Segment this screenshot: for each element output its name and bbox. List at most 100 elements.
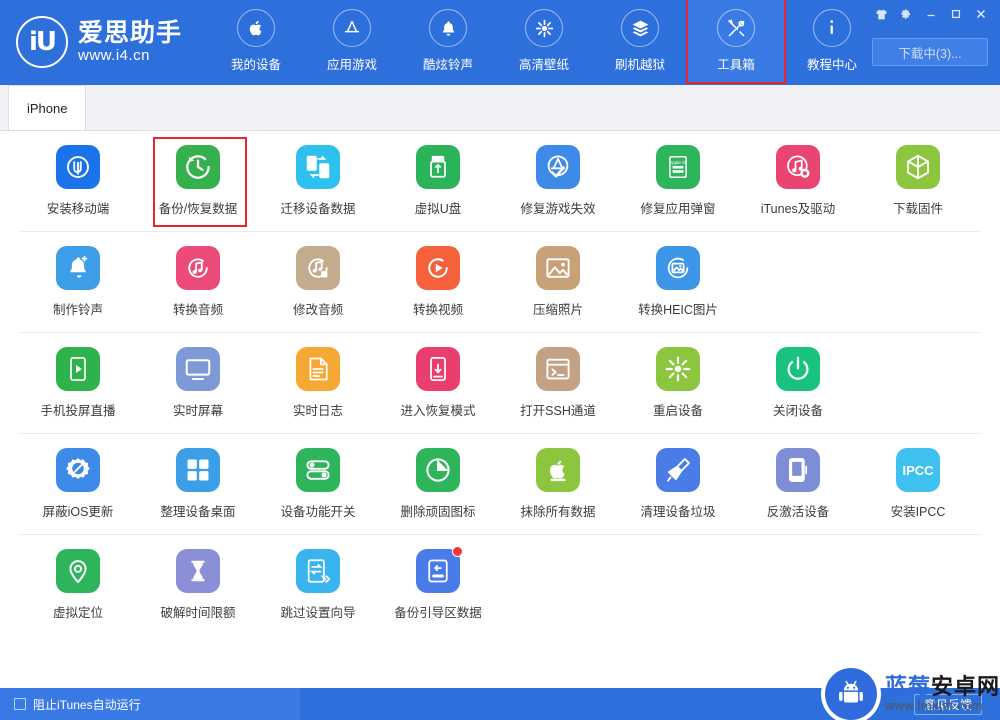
realtime-log-icon: [296, 347, 340, 391]
tool-migrate-device-data[interactable]: 迁移设备数据: [258, 145, 378, 227]
brand: iU 爱思助手 www.i4.cn: [16, 16, 182, 68]
tool-virtual-usb-drive[interactable]: 虚拟U盘: [378, 145, 498, 227]
erase-data-icon: [536, 448, 580, 492]
tool-device-feature-toggle[interactable]: 设备功能开关: [258, 448, 378, 530]
tool-deactivate-device[interactable]: 反激活设备: [738, 448, 858, 530]
tool-label: 实时屏幕: [172, 404, 223, 418]
tool-edit-audio[interactable]: 修改音频: [258, 246, 378, 328]
tool-install-ipcc[interactable]: IPCC 安装IPCC: [858, 448, 978, 530]
tool-row: 安装移动端 备份/恢复数据 迁移设备数据 虚拟U盘 修复游戏失效 Apple I…: [18, 131, 982, 232]
feature-toggle-icon: [296, 448, 340, 492]
tool-fix-app-popup[interactable]: Apple ID 修复应用弹窗: [618, 145, 738, 227]
tool-make-ringtone[interactable]: 制作铃声: [18, 246, 138, 328]
tool-label: 关闭设备: [772, 404, 823, 418]
itunes-driver-icon: [776, 145, 820, 189]
nav-label: 酷炫铃声: [423, 58, 474, 72]
backup-boot-icon: [416, 546, 463, 593]
tool-row: 手机投屏直播 实时屏幕 实时日志 进入恢复模式 打开SSH通道 重启设备 关闭设…: [18, 333, 982, 434]
appstore-fix-icon: [536, 145, 580, 189]
tool-fix-game-failure[interactable]: 修复游戏失效: [498, 145, 618, 227]
tool-label: 屏蔽iOS更新: [42, 505, 114, 519]
tool-convert-heic[interactable]: 转换HEIC图片: [618, 246, 738, 328]
main-nav: 我的设备 应用游戏 酷炫铃声 高清壁纸 刷机越狱 工具箱 教程中心: [208, 0, 880, 85]
tool-crack-time-limit[interactable]: 破解时间限额: [138, 549, 258, 631]
tool-convert-video[interactable]: 转换视频: [378, 246, 498, 328]
wallpaper-icon: [525, 9, 564, 47]
nav-label: 教程中心: [807, 58, 858, 72]
tool-label: 清理设备垃圾: [640, 505, 716, 519]
nav-item-apps-games[interactable]: 应用游戏: [304, 0, 400, 82]
nav-label: 应用游戏: [327, 58, 378, 72]
block-itunes-option[interactable]: 阻止iTunes自动运行: [0, 688, 300, 720]
download-status-button[interactable]: 下载中(3)...: [872, 38, 988, 66]
tool-shutdown-device[interactable]: 关闭设备: [738, 347, 858, 429]
tool-enter-recovery-mode[interactable]: 进入恢复模式: [378, 347, 498, 429]
tool-label: 安装IPCC: [890, 505, 946, 519]
brand-name: 爱思助手: [78, 19, 183, 47]
usb-drive-icon: [416, 145, 460, 189]
tool-label: 整理设备桌面: [160, 505, 236, 519]
tool-block-ios-update[interactable]: 屏蔽iOS更新: [18, 448, 138, 530]
nav-item-my-device[interactable]: 我的设备: [208, 0, 304, 82]
tool-label: 打开SSH通道: [520, 404, 596, 418]
appstore-icon: [333, 9, 372, 47]
nav-item-flash-jailbreak[interactable]: 刷机越狱: [592, 0, 688, 82]
block-ios-update-icon: [56, 448, 100, 492]
toolbox-content: 安装移动端 备份/恢复数据 迁移设备数据 虚拟U盘 修复游戏失效 Apple I…: [0, 131, 1000, 688]
block-itunes-checkbox[interactable]: [14, 698, 26, 710]
tool-label: 虚拟U盘: [414, 202, 462, 216]
tool-label: 备份引导区数据: [394, 606, 482, 620]
tool-install-mobile-client[interactable]: 安装移动端: [18, 145, 138, 227]
tool-itunes-and-driver[interactable]: iTunes及驱动: [738, 145, 858, 227]
close-icon[interactable]: [970, 4, 992, 24]
svg-text:Apple ID: Apple ID: [669, 160, 687, 165]
tool-backup-boot-data[interactable]: 备份引导区数据: [378, 546, 498, 631]
nav-label: 工具箱: [717, 58, 755, 72]
tool-skip-setup-wizard[interactable]: 跳过设置向导: [258, 549, 378, 631]
minimize-icon[interactable]: [920, 4, 942, 24]
status-bar: 阻止iTunes自动运行 意见反馈: [0, 688, 1000, 720]
organize-desktop-icon: [176, 448, 220, 492]
feedback-button[interactable]: 意见反馈: [913, 694, 982, 715]
nav-item-tutorials[interactable]: 教程中心: [784, 0, 880, 82]
tab-iphone[interactable]: iPhone: [8, 85, 87, 130]
tool-backup-restore-data[interactable]: 备份/恢复数据: [138, 137, 258, 227]
nav-label: 高清壁纸: [519, 58, 570, 72]
tool-erase-all-data[interactable]: 抹除所有数据: [498, 448, 618, 530]
nav-item-toolbox[interactable]: 工具箱: [686, 0, 787, 84]
block-itunes-label: 阻止iTunes自动运行: [33, 697, 141, 712]
maximize-icon[interactable]: [945, 4, 967, 24]
app-header: iU 爱思助手 www.i4.cn 我的设备 应用游戏 酷炫铃声 高清壁纸 刷机…: [0, 0, 1000, 85]
tool-virtual-location[interactable]: 虚拟定位: [18, 549, 138, 631]
tool-label: 安装移动端: [46, 202, 110, 216]
tool-screen-cast-live[interactable]: 手机投屏直播: [18, 347, 138, 429]
make-ringtone-icon: [56, 246, 100, 290]
tool-convert-audio[interactable]: 转换音频: [138, 246, 258, 328]
tool-restart-device[interactable]: 重启设备: [618, 347, 738, 429]
delete-icon-icon: [416, 448, 460, 492]
tool-realtime-screen[interactable]: 实时屏幕: [138, 347, 258, 429]
time-limit-icon: [176, 549, 220, 593]
brand-url: www.i4.cn: [78, 47, 151, 65]
tool-label: 手机投屏直播: [40, 404, 116, 418]
settings-icon[interactable]: [895, 4, 917, 24]
tool-realtime-log[interactable]: 实时日志: [258, 347, 378, 429]
recovery-mode-icon: [416, 347, 460, 391]
tool-label: 跳过设置向导: [280, 606, 356, 620]
tool-compress-photo[interactable]: 压缩照片: [498, 246, 618, 328]
appleid-popup-icon: Apple ID: [656, 145, 700, 189]
skin-icon[interactable]: [870, 4, 892, 24]
tool-open-ssh-tunnel[interactable]: 打开SSH通道: [498, 347, 618, 429]
nav-item-wallpapers[interactable]: 高清壁纸: [496, 0, 592, 82]
tool-row: 虚拟定位 破解时间限额 跳过设置向导 备份引导区数据: [18, 535, 982, 635]
tool-label: 虚拟定位: [52, 606, 103, 620]
edit-audio-icon: [296, 246, 340, 290]
deactivate-icon: [776, 448, 820, 492]
firmware-box-icon: [896, 145, 940, 189]
tool-organize-desktop[interactable]: 整理设备桌面: [138, 448, 258, 530]
tool-delete-stubborn-icons[interactable]: 删除顽固图标: [378, 448, 498, 530]
tool-clean-device-junk[interactable]: 清理设备垃圾: [618, 448, 738, 530]
clean-junk-icon: [656, 448, 700, 492]
tool-download-firmware[interactable]: 下载固件: [858, 145, 978, 227]
nav-item-ringtones[interactable]: 酷炫铃声: [400, 0, 496, 82]
